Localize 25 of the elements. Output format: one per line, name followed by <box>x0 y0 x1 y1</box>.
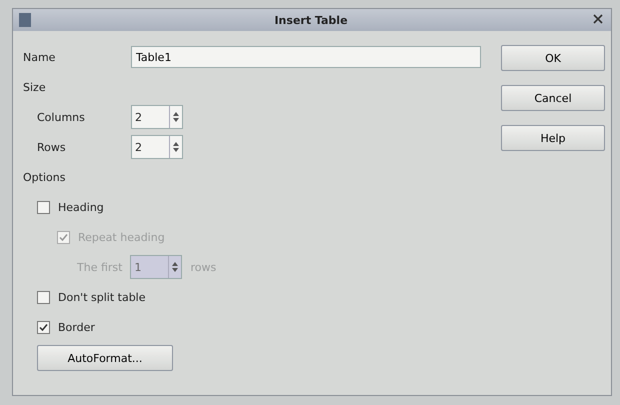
spin-arrows-icon[interactable] <box>172 140 180 154</box>
checkbox[interactable] <box>37 320 50 334</box>
checkbox-label: Heading <box>58 200 104 214</box>
checkbox-label: Don't split table <box>58 290 146 304</box>
dialog-button[interactable]: OK <box>501 45 605 71</box>
checkbox-label: Repeat heading <box>78 230 165 244</box>
checkbox[interactable] <box>37 290 50 304</box>
spin-field[interactable]: 2 <box>131 135 183 159</box>
name-label: Name <box>23 50 56 64</box>
spin-arrows-icon[interactable] <box>172 110 180 124</box>
autoformat-button[interactable]: AutoFormat... <box>37 345 173 371</box>
name-field[interactable]: Table1 <box>131 46 481 68</box>
checkbox-label: Border <box>58 320 95 334</box>
field-label: Rows <box>37 140 67 154</box>
dialog-button[interactable]: Help <box>501 125 605 151</box>
window-title: Insert Table <box>273 14 349 26</box>
field-label: The first <box>77 260 122 274</box>
checkbox[interactable] <box>37 200 50 214</box>
app-icon <box>19 13 31 27</box>
unit-label: rows <box>190 260 216 274</box>
dialog-button[interactable]: Cancel <box>501 85 605 111</box>
section-title: Options <box>23 170 66 184</box>
section-title: Size <box>23 80 46 94</box>
field-label: Columns <box>37 110 86 124</box>
spin-field[interactable]: 2 <box>131 105 183 129</box>
